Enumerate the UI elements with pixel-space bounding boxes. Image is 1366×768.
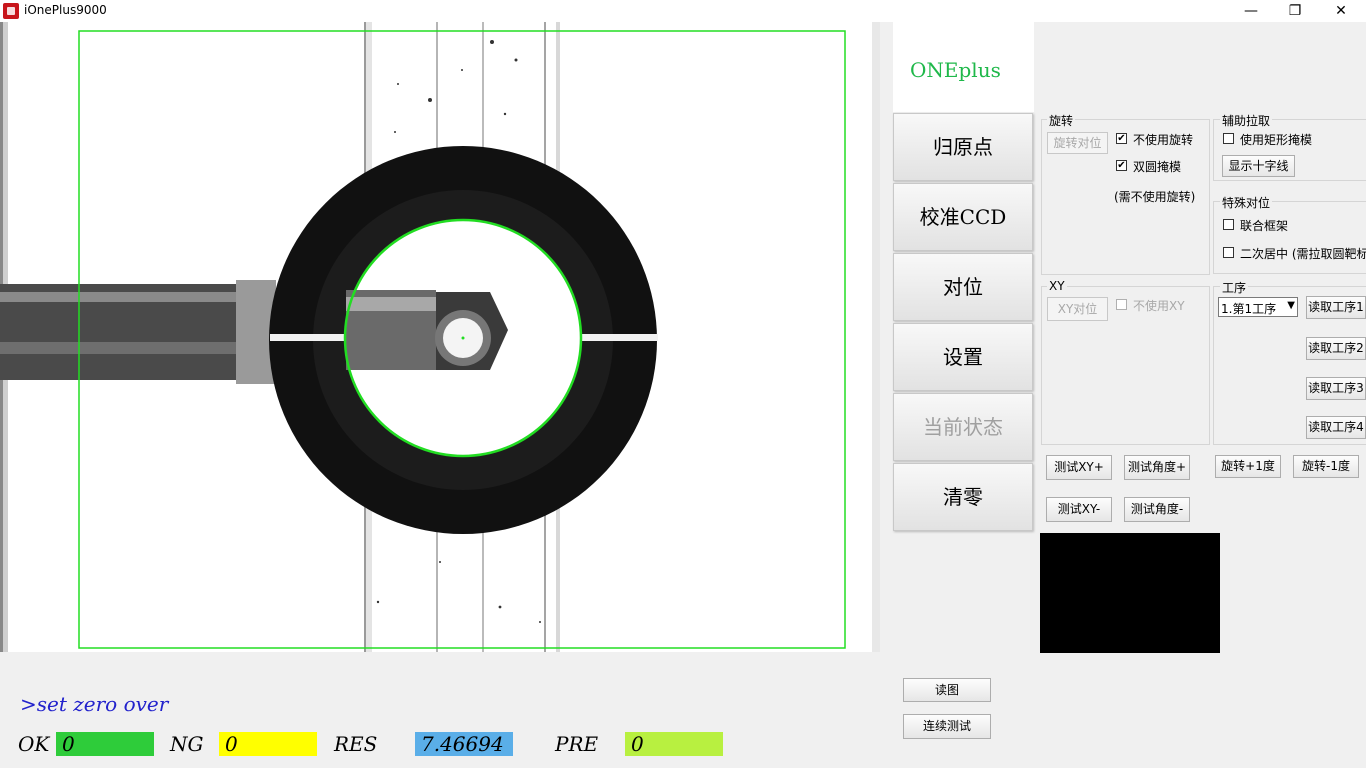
camera-view[interactable] (0, 22, 880, 652)
rotate-minus-button[interactable]: 旋转-1度 (1293, 455, 1359, 478)
preview-image (1040, 533, 1220, 653)
test-angle-plus-button[interactable]: 测试角度+ (1124, 455, 1190, 480)
combo-frame-checkbox[interactable] (1223, 219, 1234, 230)
window-title: iOnePlus9000 (24, 3, 107, 17)
current-status-button[interactable]: 当前状态 (893, 393, 1033, 461)
double-circle-label: 双圆掩模 (1133, 160, 1182, 174)
process-select[interactable]: 1.第1工序 ▼ (1218, 297, 1298, 317)
ok-label: OK (18, 732, 50, 756)
rotate-align-button[interactable]: 旋转对位 (1047, 132, 1108, 154)
process-group-label: 工序 (1220, 279, 1249, 296)
pre-value: 0 (625, 732, 723, 756)
command-output: >set zero over (20, 692, 169, 716)
test-xy-minus-button[interactable]: 测试XY- (1046, 497, 1112, 522)
rotation-group-label: 旋转 (1047, 112, 1076, 129)
logo-text: ONEplus (910, 58, 1001, 82)
no-rotate-label: 不使用旋转 (1133, 133, 1194, 147)
check-icon: ✔ (1117, 133, 1126, 144)
continuous-test-button[interactable]: 连续测试 (903, 714, 991, 739)
process-select-value: 1.第1工序 (1221, 302, 1277, 316)
no-rotate-checkbox[interactable]: ✔ (1116, 133, 1127, 144)
pre-label: PRE (555, 732, 599, 756)
read-process-2-button[interactable]: 读取工序2 (1306, 337, 1366, 360)
rect-mask-checkbox[interactable] (1223, 133, 1234, 144)
calibrate-ccd-button[interactable]: 校准CCD (893, 183, 1033, 251)
res-label: RES (334, 732, 378, 756)
combo-frame-label: 联合框架 (1240, 219, 1289, 233)
home-button[interactable]: 归原点 (893, 113, 1033, 181)
read-process-1-button[interactable]: 读取工序1 (1306, 296, 1366, 319)
read-image-button[interactable]: 读图 (903, 678, 991, 702)
align-button[interactable]: 对位 (893, 253, 1033, 321)
test-xy-plus-button[interactable]: 测试XY+ (1046, 455, 1112, 480)
check-icon: ✔ (1117, 160, 1126, 171)
title-bar: iOnePlus9000 — ❐ ✕ (0, 0, 1366, 22)
ng-value: 0 (219, 732, 317, 756)
settings-button[interactable]: 设置 (893, 323, 1033, 391)
maximize-button[interactable]: ❐ (1272, 0, 1318, 22)
double-circle-checkbox[interactable]: ✔ (1116, 160, 1127, 171)
xy-group-label: XY (1047, 279, 1067, 293)
chevron-down-icon: ▼ (1287, 300, 1295, 311)
special-group (1213, 201, 1366, 274)
camera-image (0, 22, 880, 652)
minimize-button[interactable]: — (1228, 0, 1274, 22)
app-icon (3, 3, 19, 19)
reset-zero-button[interactable]: 清零 (893, 463, 1033, 531)
no-xy-label: 不使用XY (1133, 299, 1185, 313)
ng-label: NG (170, 732, 204, 756)
rotate-plus-button[interactable]: 旋转+1度 (1215, 455, 1281, 478)
res-value: 7.46694 (415, 732, 513, 756)
test-angle-minus-button[interactable]: 测试角度- (1124, 497, 1190, 522)
no-xy-checkbox[interactable] (1116, 299, 1127, 310)
rect-mask-label: 使用矩形掩模 (1240, 133, 1313, 147)
close-button[interactable]: ✕ (1318, 0, 1364, 22)
ok-value: 0 (56, 732, 154, 756)
rotation-note: (需不使用旋转) (1114, 190, 1196, 204)
read-process-4-button[interactable]: 读取工序4 (1306, 416, 1366, 439)
secondary-center-checkbox[interactable] (1223, 247, 1234, 258)
secondary-center-label: 二次居中 (需拉取圆靶标 (1240, 247, 1366, 261)
show-crosshair-button[interactable]: 显示十字线 (1222, 155, 1295, 177)
xy-align-button[interactable]: XY对位 (1047, 297, 1108, 321)
aux-group-label: 辅助拉取 (1220, 112, 1273, 129)
special-group-label: 特殊对位 (1220, 194, 1273, 211)
read-process-3-button[interactable]: 读取工序3 (1306, 377, 1366, 400)
